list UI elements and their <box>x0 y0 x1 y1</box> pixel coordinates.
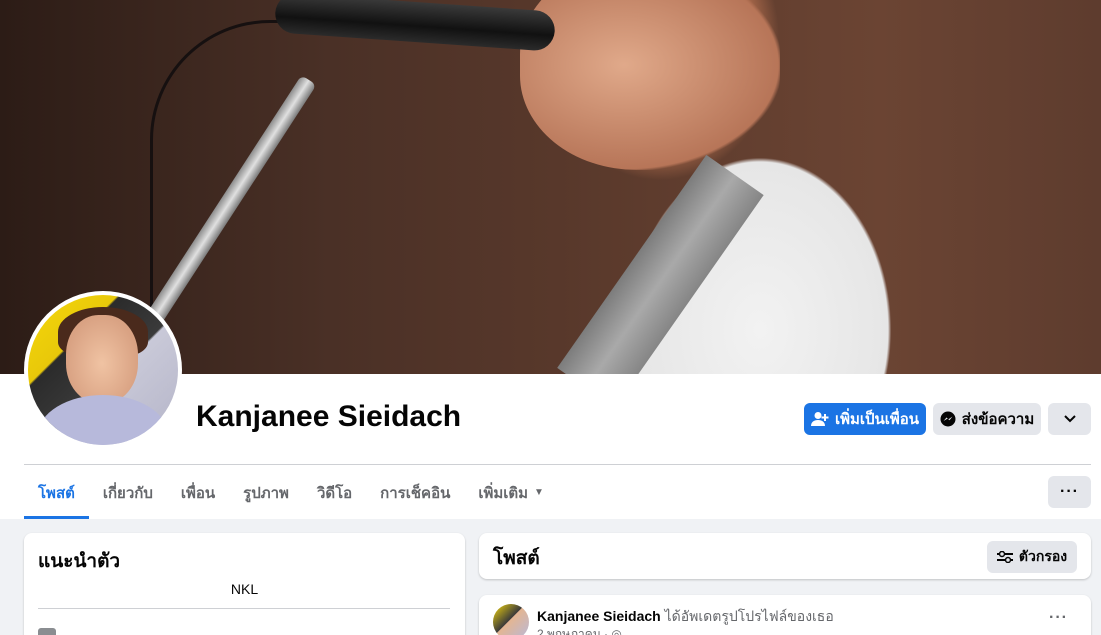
profile-avatar[interactable] <box>24 291 182 449</box>
profile-name: Kanjanee Sieidach <box>196 400 462 433</box>
tab-posts-label: โพสต์ <box>38 484 75 502</box>
post-author-name[interactable]: Kanjanee Sieidach <box>537 608 661 624</box>
intro-work-row <box>38 628 56 635</box>
posts-header-card: โพสต์ ตัวกรอง <box>479 533 1091 579</box>
filter-label: ตัวกรอง <box>1018 548 1068 564</box>
tab-videos[interactable]: วิดีโอ <box>303 466 366 519</box>
intro-bio: NKL <box>230 581 259 597</box>
message-label: ส่งข้อความ <box>961 411 1035 428</box>
post-meta: 2 พฤษภาคม · ◎ <box>537 625 622 635</box>
chevron-down-icon <box>1063 415 1076 423</box>
intro-divider <box>38 608 450 609</box>
tab-photos[interactable]: รูปภาพ <box>229 466 303 519</box>
avatar-body <box>38 395 168 445</box>
message-button[interactable]: ส่งข้อความ <box>933 403 1041 435</box>
briefcase-icon <box>38 628 56 635</box>
tab-posts[interactable]: โพสต์ <box>24 466 89 519</box>
avatar-face <box>66 315 138 403</box>
intro-title: แนะนำตัว <box>38 551 121 572</box>
posts-title: โพสต์ <box>493 548 540 569</box>
filter-button[interactable]: ตัวกรอง <box>987 541 1077 573</box>
tab-photos-label: รูปภาพ <box>243 484 289 502</box>
caret-down-icon: ▼ <box>534 487 544 498</box>
tab-about[interactable]: เกี่ยวกับ <box>89 466 167 519</box>
filter-icon <box>996 551 1013 563</box>
cover-face <box>520 0 780 170</box>
profile-more-button[interactable] <box>1048 403 1091 435</box>
tab-friends-label: เพื่อน <box>180 484 216 502</box>
avatar-image <box>28 295 178 445</box>
post-card: Kanjanee Sieidach ได้อัพเดตรูปโปรไฟล์ของ… <box>479 595 1091 635</box>
privacy-globe-icon: · ◎ <box>604 627 622 635</box>
post-menu-button[interactable]: ··· <box>1049 609 1068 627</box>
add-friend-label: เพิ่มเป็นเพื่อน <box>834 411 920 428</box>
post-author-avatar[interactable] <box>493 604 529 635</box>
intro-card: แนะนำตัว NKL <box>24 533 465 635</box>
tab-more[interactable]: เพิ่มเติม ▼ <box>464 466 558 519</box>
cover-guitar-strap <box>557 154 764 374</box>
tab-checkins-label: การเช็คอิน <box>380 484 451 502</box>
messenger-icon <box>940 411 956 427</box>
more-dots-icon: ··· <box>1049 609 1068 626</box>
tab-friends[interactable]: เพื่อน <box>167 466 229 519</box>
header-divider <box>24 464 1091 465</box>
tab-about-label: เกี่ยวกับ <box>102 484 153 502</box>
add-friend-icon <box>810 412 829 426</box>
cover-photo[interactable] <box>0 0 1101 374</box>
tabs-overflow-button[interactable]: ··· <box>1048 476 1091 508</box>
tab-checkins[interactable]: การเช็คอิน <box>366 466 464 519</box>
post-date[interactable]: 2 พฤษภาคม <box>537 627 601 635</box>
cover-microphone <box>273 0 557 52</box>
profile-tabs: โพสต์ เกี่ยวกับ เพื่อน รูปภาพ วิดีโอ การ… <box>24 466 558 519</box>
post-action-text: ได้อัพเดตรูปโปรไฟล์ของเธอ <box>664 608 834 624</box>
more-dots-icon: ··· <box>1060 483 1079 500</box>
tab-more-label: เพิ่มเติม <box>478 484 529 502</box>
add-friend-button[interactable]: เพิ่มเป็นเพื่อน <box>804 403 926 435</box>
tab-videos-label: วิดีโอ <box>316 484 353 502</box>
